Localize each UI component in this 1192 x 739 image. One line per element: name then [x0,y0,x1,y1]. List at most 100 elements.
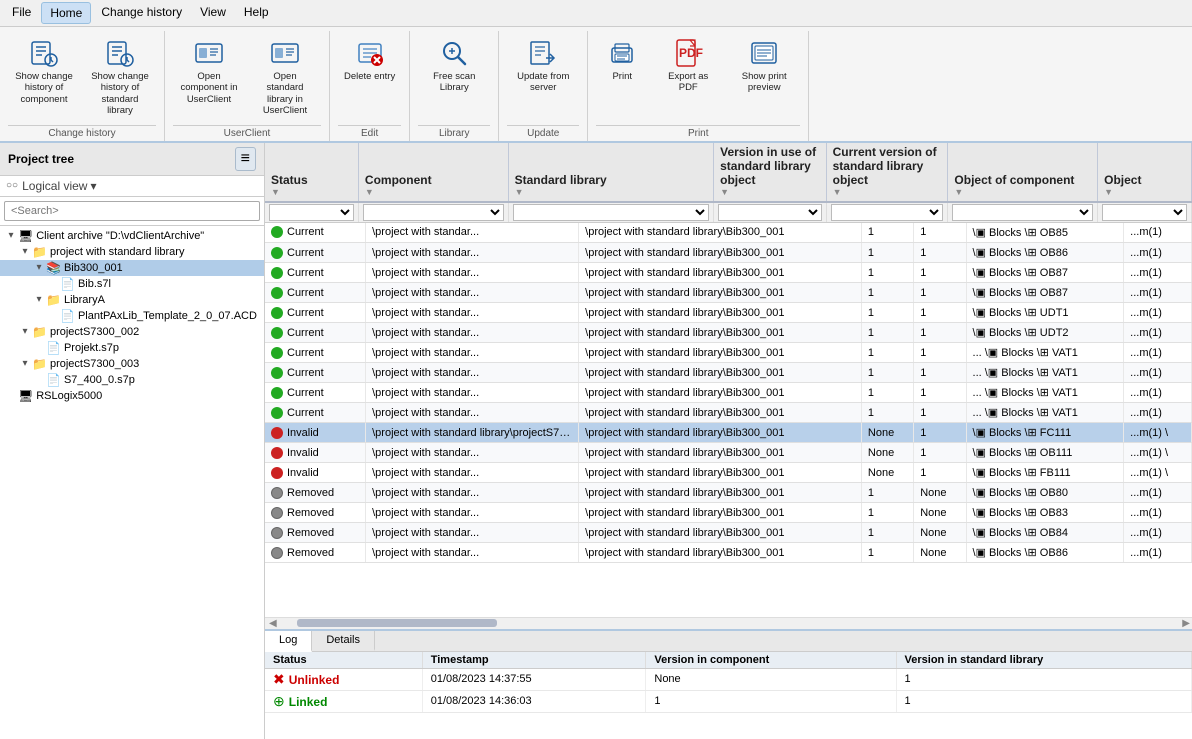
cell-status: Invalid [265,463,366,483]
col-header-obj[interactable]: Object ▼ [1098,143,1192,201]
log-row[interactable]: ⊕Linked01/08/2023 14:36:0311 [265,690,1192,712]
delete-entry-label: Delete entry [344,71,395,82]
cell-component: \project with standar... [366,343,579,363]
tree-item-label: PlantPAxLib_Template_2_0_07.ACD [78,310,257,322]
cell-verinuse: 1 [861,503,913,523]
tree-item[interactable]: ▾📚Bib300_001 [0,260,264,276]
tree-item[interactable]: 🖥RSLogix5000 [0,388,264,404]
cell-component: \project with standar... [366,443,579,463]
log-cell-status: ⊕Linked [265,690,422,712]
table-row[interactable]: Removed\project with standar...\project … [265,483,1192,503]
cell-curver: 1 [914,463,966,483]
filter-curver-select[interactable] [831,204,944,221]
filter-objcomp-select[interactable] [952,204,1093,221]
cell-curver: 1 [914,263,966,283]
update-from-server-button[interactable]: Update from server [507,33,579,98]
show-change-history-stdlib-button[interactable]: Show change history of standard library [84,33,156,121]
tree-item-label: Bib.s7l [78,278,111,290]
cell-curver: 1 [914,283,966,303]
log-col-ver-comp[interactable]: Version in component [646,652,896,669]
menu-home[interactable]: Home [41,2,91,24]
tree-item[interactable]: 📄Bib.s7l [0,276,264,292]
table-row[interactable]: Invalid\project with standard library\pr… [265,423,1192,443]
cell-component: \project with standar... [366,243,579,263]
tab-details[interactable]: Details [312,631,375,651]
col-header-verinuse[interactable]: Version in use of standard library objec… [714,143,827,201]
cell-obj: ...m(1) [1124,383,1192,403]
table-row[interactable]: Removed\project with standar...\project … [265,503,1192,523]
tree-view-toggle-button[interactable]: ≡ [235,147,256,171]
table-row[interactable]: Current\project with standar...\project … [265,343,1192,363]
filter-obj-select[interactable] [1102,204,1187,221]
tree-item[interactable]: ▾📁project with standard library [0,244,264,260]
table-row[interactable]: Current\project with standar...\project … [265,223,1192,243]
open-component-icon [193,37,225,69]
filter-verinuse-select[interactable] [718,204,821,221]
menu-file[interactable]: File [4,2,39,24]
search-input[interactable] [4,201,260,221]
menu-view[interactable]: View [192,2,234,24]
tree-item[interactable]: ▾🖥Client archive "D:\vdClientArchive" [0,228,264,244]
horizontal-scrollbar[interactable]: ◀ ▶ [265,617,1192,629]
scroll-left-arrow[interactable]: ◀ [269,618,277,629]
tree-item-icon: 🖥 [18,389,33,403]
show-change-history-component-button[interactable]: Show change history of component [8,33,80,109]
table-row[interactable]: Current\project with standar...\project … [265,263,1192,283]
free-scan-label: Free scan Library [424,71,484,94]
table-row[interactable]: Current\project with standar...\project … [265,303,1192,323]
cell-status: Current [265,263,366,283]
cell-stdlib: \project with standard library\Bib300_00… [579,423,862,443]
col-header-stdlib[interactable]: Standard library ▼ [509,143,715,201]
tree-item[interactable]: ▾📁LibraryA [0,292,264,308]
table-row[interactable]: Current\project with standar...\project … [265,323,1192,343]
col-header-component[interactable]: Component ▼ [359,143,509,201]
export-pdf-button[interactable]: PDF Export as PDF [652,33,724,98]
tree-item[interactable]: ▾📁projectS7300_002 [0,324,264,340]
table-row[interactable]: Current\project with standar...\project … [265,243,1192,263]
tree-expand-icon: ▾ [4,230,18,241]
log-col-timestamp[interactable]: Timestamp [422,652,646,669]
table-row[interactable]: Current\project with standar...\project … [265,283,1192,303]
hscroll-thumb[interactable] [297,619,497,627]
cell-status: Current [265,303,366,323]
data-table-wrap[interactable]: Current\project with standar...\project … [265,223,1192,617]
cell-verinuse: None [861,463,913,483]
log-col-ver-stdlib[interactable]: Version in standard library [896,652,1191,669]
tab-log[interactable]: Log [265,631,312,652]
log-col-status[interactable]: Status [265,652,422,669]
cell-curver: 1 [914,243,966,263]
table-row[interactable]: Current\project with standar...\project … [265,403,1192,423]
cell-component: \project with standar... [366,323,579,343]
menu-change-history[interactable]: Change history [93,2,190,24]
table-row[interactable]: Invalid\project with standar...\project … [265,463,1192,483]
tree-item[interactable]: 📄S7_400_0.s7p [0,372,264,388]
table-row[interactable]: Current\project with standar...\project … [265,383,1192,403]
col-header-curver[interactable]: Current version of standard library obje… [827,143,949,201]
cell-stdlib: \project with standard library\Bib300_00… [579,283,862,303]
col-header-objcomp[interactable]: Object of component ▼ [948,143,1098,201]
log-row[interactable]: ✖Unlinked01/08/2023 14:37:55None1 [265,668,1192,690]
print-preview-icon [748,37,780,69]
cell-obj: ...m(1) [1124,403,1192,423]
view-selector[interactable]: Logical view ▾ [22,179,96,193]
col-header-status[interactable]: Status ▼ [265,143,359,201]
free-scan-button[interactable]: Free scan Library [418,33,490,98]
delete-entry-button[interactable]: Delete entry [338,33,401,86]
menu-help[interactable]: Help [236,2,277,24]
ribbon-group-print: Print PDF Export as PDF [588,31,809,141]
print-button[interactable]: Print [596,33,648,86]
tree-item[interactable]: ▾📁projectS7300_003 [0,356,264,372]
tree-item[interactable]: 📄PlantPAxLib_Template_2_0_07.ACD [0,308,264,324]
tree-item[interactable]: 📄Projekt.s7p [0,340,264,356]
scroll-right-arrow[interactable]: ▶ [1182,618,1190,629]
open-component-userclient-button[interactable]: Open component in UserClient [173,33,245,109]
table-row[interactable]: Current\project with standar...\project … [265,363,1192,383]
open-stdlib-userclient-button[interactable]: Open standard library in UserClient [249,33,321,121]
table-row[interactable]: Removed\project with standar...\project … [265,523,1192,543]
filter-status-select[interactable] [269,204,354,221]
filter-component-select[interactable] [363,204,504,221]
table-row[interactable]: Invalid\project with standar...\project … [265,443,1192,463]
filter-stdlib-select[interactable] [513,204,710,221]
table-row[interactable]: Removed\project with standar...\project … [265,543,1192,563]
show-print-preview-button[interactable]: Show print preview [728,33,800,98]
